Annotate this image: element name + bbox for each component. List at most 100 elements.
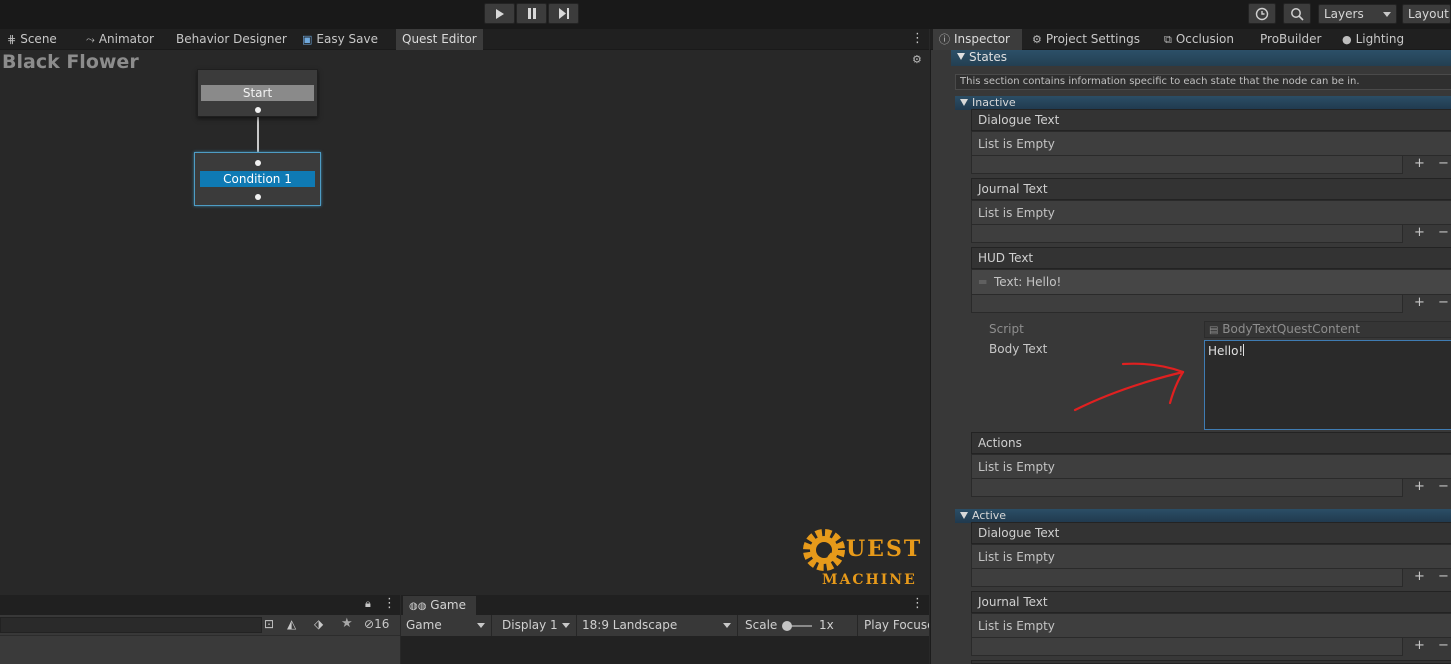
tab-animator[interactable]: ⤳ Animator	[86, 29, 154, 50]
tab-quest-editor[interactable]: Quest Editor	[396, 29, 483, 50]
scale-label: Scale	[745, 618, 778, 632]
inspector-gutter	[931, 50, 951, 664]
gamepad-icon: ◍◍	[409, 601, 427, 612]
states-foldout[interactable]: States	[951, 50, 1451, 66]
lock-icon[interactable]: 🔒︎	[365, 597, 371, 611]
play-button[interactable]	[484, 3, 515, 24]
search-button[interactable]	[1283, 3, 1311, 24]
active-foldout[interactable]: Active	[955, 509, 1451, 523]
start-node-title: Start	[201, 85, 314, 101]
hud-text-item[interactable]: ═ Text: Hello!	[971, 269, 1451, 295]
add-button[interactable]: +	[1414, 638, 1425, 653]
more-options-icon[interactable]: ⋮	[911, 31, 924, 47]
journal-text-header[interactable]: Journal Text	[971, 178, 1451, 200]
dialogue-text-header[interactable]: Dialogue Text	[971, 109, 1451, 131]
add-button[interactable]: +	[1414, 156, 1425, 171]
quest-machine-logo: UEST MACHINE	[800, 526, 928, 594]
empty-label: List is Empty	[978, 460, 1055, 474]
list-footer	[971, 156, 1403, 174]
aspect-dropdown[interactable]: 18:9 Landscape	[577, 615, 738, 636]
hud-text-header[interactable]: HUD Text	[971, 247, 1451, 269]
drag-handle-icon[interactable]: ═	[979, 270, 986, 295]
remove-button[interactable]: −	[1438, 638, 1449, 653]
remove-button[interactable]: −	[1438, 225, 1449, 240]
hidden-packages-icon[interactable]: ⊘16	[364, 617, 389, 631]
pause-icon	[527, 8, 536, 19]
more-options-icon[interactable]: ⋮	[383, 596, 396, 611]
dropdown-value: 18:9 Landscape	[582, 618, 678, 632]
output-port[interactable]	[255, 194, 261, 200]
search-filter-icon[interactable]: ⊡	[264, 617, 274, 631]
game-view-dropdown[interactable]: Game	[401, 615, 492, 636]
body-text-area[interactable]: Hello!	[1204, 340, 1451, 430]
remove-button[interactable]: −	[1438, 295, 1449, 310]
animator-icon: ⤳	[86, 33, 95, 46]
list-footer	[971, 225, 1403, 243]
output-port[interactable]	[255, 107, 261, 113]
journal-text-header[interactable]: Journal Text	[971, 591, 1451, 613]
layers-dropdown[interactable]: Layers	[1318, 4, 1397, 24]
add-button[interactable]: +	[1414, 295, 1425, 310]
history-button[interactable]	[1248, 3, 1276, 24]
tab-project-settings[interactable]: ⚙ Project Settings	[1032, 29, 1140, 50]
chevron-down-icon	[1383, 12, 1391, 17]
empty-label: List is Empty	[978, 550, 1055, 564]
favorite-star-icon[interactable]: ★	[341, 616, 353, 631]
label-filter-icon[interactable]: ⬗	[314, 617, 323, 631]
settings-gear-icon[interactable]: ⚙	[912, 53, 922, 66]
tab-inspector[interactable]: ⓘ Inspector	[933, 29, 1022, 50]
step-button[interactable]	[548, 3, 579, 24]
tab-probuilder[interactable]: ProBuilder	[1260, 29, 1321, 50]
tab-easy-save[interactable]: ▣ Easy Save	[302, 29, 378, 50]
display-dropdown[interactable]: Display 1	[497, 615, 577, 636]
dropdown-value: Game	[406, 618, 442, 632]
node-connector	[257, 116, 259, 152]
pause-button[interactable]	[516, 3, 547, 24]
remove-button[interactable]: −	[1438, 156, 1449, 171]
layout-dropdown[interactable]: Layout	[1402, 4, 1451, 24]
scale-control[interactable]: Scale 1x	[740, 615, 858, 636]
list-footer	[971, 569, 1403, 587]
quest-editor-canvas[interactable]: Black Flower ⚙ Start Condition 1 UEST MA…	[0, 50, 929, 595]
tab-behavior-designer[interactable]: Behavior Designer	[176, 29, 287, 50]
start-node[interactable]: Start	[197, 69, 318, 117]
scale-slider-thumb[interactable]	[782, 621, 792, 631]
chevron-down-icon	[723, 623, 731, 628]
text-cursor	[1243, 344, 1245, 356]
remove-button[interactable]: −	[1438, 479, 1449, 494]
logo-text-machine: MACHINE	[822, 572, 917, 588]
dropdown-value: Display 1	[502, 618, 558, 632]
remove-button[interactable]: −	[1438, 569, 1449, 584]
type-filter-icon[interactable]: ◭	[287, 617, 296, 631]
add-button[interactable]: +	[1414, 569, 1425, 584]
inactive-foldout[interactable]: Inactive	[955, 96, 1451, 110]
play-focused-dropdown[interactable]: Play Focuse	[859, 615, 929, 636]
list-footer	[971, 295, 1403, 313]
tab-scene[interactable]: ⋕ Scene	[7, 29, 57, 50]
tab-label: Game	[430, 598, 467, 612]
active-label: Active	[972, 509, 1007, 522]
actions-list: List is Empty	[971, 454, 1451, 479]
dialogue-text-header[interactable]: Dialogue Text	[971, 522, 1451, 544]
tab-label: Easy Save	[316, 32, 378, 46]
tab-label: Project Settings	[1045, 32, 1140, 46]
left-tab-bar: ⋕ Scene ⤳ Animator Behavior Designer ▣ Easy…	[0, 29, 929, 50]
triangle-down-icon	[960, 99, 968, 106]
states-help-box: This section contains information specif…	[955, 74, 1451, 90]
add-button[interactable]: +	[1414, 479, 1425, 494]
input-port[interactable]	[255, 160, 261, 166]
tab-label: ProBuilder	[1260, 32, 1322, 46]
project-search-input[interactable]	[0, 617, 262, 633]
more-options-icon[interactable]: ⋮	[911, 596, 924, 611]
info-icon: ⓘ	[939, 33, 950, 46]
actions-header[interactable]: Actions	[971, 432, 1451, 454]
add-button[interactable]: +	[1414, 225, 1425, 240]
condition-node[interactable]: Condition 1	[194, 152, 321, 206]
tab-game[interactable]: ◍◍ Game	[403, 596, 476, 616]
tab-lighting[interactable]: ● Lighting	[1342, 29, 1404, 50]
list-footer	[971, 638, 1403, 656]
game-view[interactable]	[401, 636, 929, 664]
tab-occlusion[interactable]: ⧉ Occlusion	[1164, 29, 1234, 50]
journal-text-list: List is Empty	[971, 613, 1451, 638]
scene-icon: ⋕	[7, 33, 17, 46]
